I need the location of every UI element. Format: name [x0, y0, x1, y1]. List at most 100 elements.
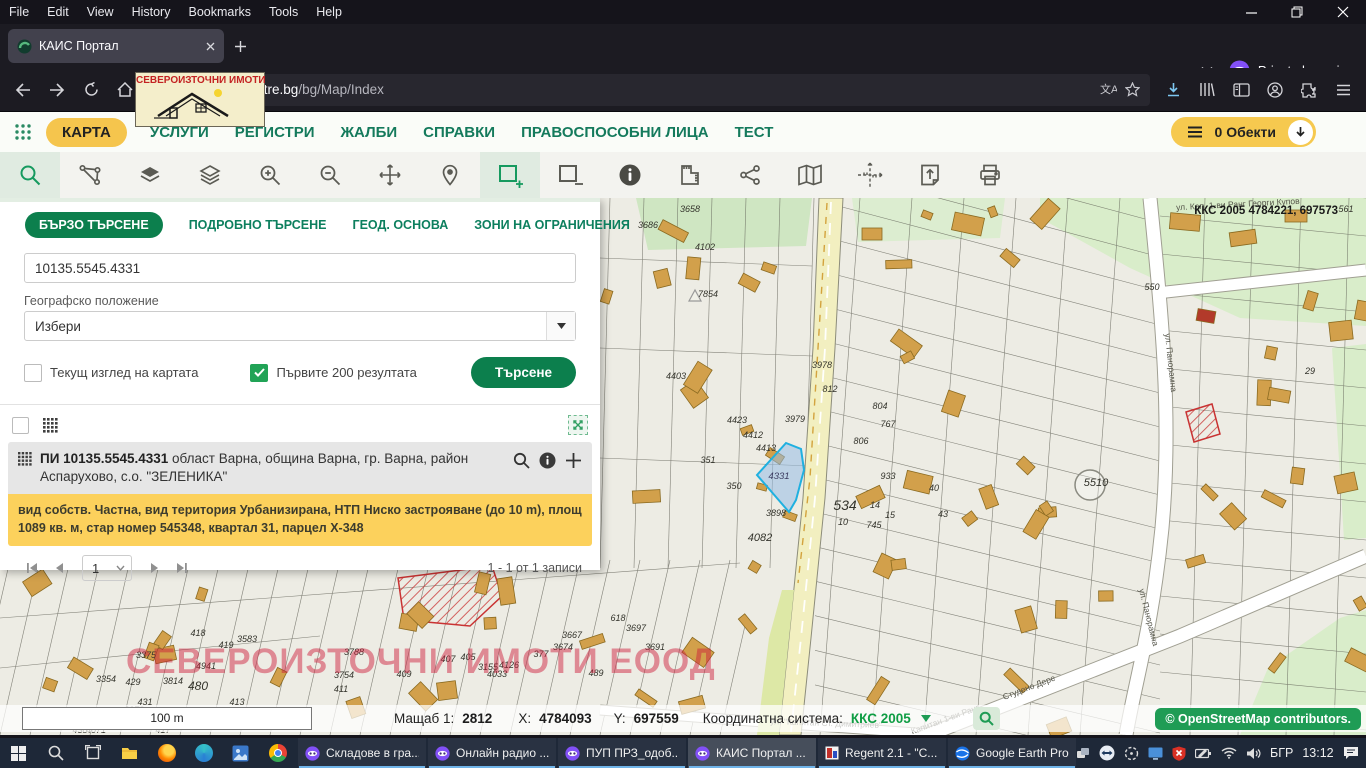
- nav-item-pravosposobni-litsa[interactable]: ПРАВОСПОСОБНИ ЛИЦА: [521, 124, 709, 141]
- menu-tools[interactable]: Tools: [260, 5, 307, 19]
- photos-app-icon[interactable]: [222, 738, 259, 768]
- crs-dropdown-caret[interactable]: [921, 715, 931, 722]
- objects-download-button[interactable]: [1288, 120, 1313, 145]
- last-page-button[interactable]: [168, 562, 196, 574]
- teamviewer-icon[interactable]: [1099, 745, 1115, 761]
- zoom-to-result-icon[interactable]: [513, 452, 530, 469]
- page-number-select[interactable]: 1: [82, 555, 132, 581]
- taskbar-window-button[interactable]: Regent 2.1 - "C...: [818, 738, 946, 768]
- tab-restriction-zones[interactable]: ЗОНИ НА ОГРАНИЧЕНИЯ: [474, 218, 630, 232]
- search-tool[interactable]: [0, 152, 60, 198]
- display-icon[interactable]: [1148, 747, 1163, 760]
- sidebar-icon[interactable]: [1224, 73, 1258, 107]
- volume-icon[interactable]: [1246, 747, 1261, 760]
- search-input[interactable]: [24, 253, 576, 283]
- tab-quick-search[interactable]: БЪРЗО ТЪРСЕНЕ: [25, 212, 163, 238]
- menu-bookmarks[interactable]: Bookmarks: [179, 5, 260, 19]
- firefox-icon[interactable]: [148, 738, 185, 768]
- apps-grid-icon[interactable]: [14, 123, 32, 141]
- start-button[interactable]: [0, 738, 37, 768]
- forward-button[interactable]: [40, 73, 74, 107]
- prev-page-button[interactable]: [46, 562, 72, 574]
- window-minimize-button[interactable]: [1228, 0, 1274, 24]
- extensions-puzzle-icon[interactable]: [1292, 73, 1326, 107]
- next-page-button[interactable]: [142, 562, 168, 574]
- account-icon[interactable]: [1258, 73, 1292, 107]
- menu-history[interactable]: History: [123, 5, 180, 19]
- result-header[interactable]: ПИ 10135.5545.4331 област Варна, община …: [8, 442, 592, 494]
- add-result-icon[interactable]: [565, 452, 582, 469]
- antivirus-shield-icon[interactable]: [1172, 746, 1186, 761]
- taskbar-window-button[interactable]: Онлайн радио ...: [428, 738, 556, 768]
- notification-center-icon[interactable]: [1343, 746, 1359, 760]
- menu-file[interactable]: File: [0, 5, 38, 19]
- status-search-button[interactable]: [973, 707, 1000, 730]
- tray-overflow-icon[interactable]: [1076, 747, 1090, 759]
- search-button[interactable]: Търсене: [471, 357, 576, 388]
- osm-attribution[interactable]: © OpenStreetMap contributors.: [1155, 708, 1361, 730]
- tab-geodetic-basis[interactable]: ГЕОД. ОСНОВА: [353, 218, 449, 232]
- library-icon[interactable]: [1190, 73, 1224, 107]
- sync-icon[interactable]: [1124, 746, 1139, 761]
- clock[interactable]: 13:12: [1302, 746, 1333, 760]
- taskbar-window-button[interactable]: КАИС Портал ...: [688, 738, 816, 768]
- chrome-icon[interactable]: [259, 738, 296, 768]
- battery-pen-icon[interactable]: [1195, 747, 1212, 759]
- menu-view[interactable]: View: [78, 5, 123, 19]
- task-view-icon[interactable]: [74, 738, 111, 768]
- tab-close-icon[interactable]: [206, 42, 215, 51]
- reload-button[interactable]: [74, 73, 108, 107]
- window-restore-button[interactable]: [1274, 0, 1320, 24]
- tab-detailed-search[interactable]: ПОДРОБНО ТЪРСЕНЕ: [189, 218, 327, 232]
- taskbar-window-button[interactable]: Google Earth Pro: [948, 738, 1076, 768]
- nav-item-zhalbi[interactable]: ЖАЛБИ: [341, 124, 398, 141]
- downloads-icon[interactable]: [1156, 73, 1190, 107]
- edge-icon[interactable]: [185, 738, 222, 768]
- zoom-in-tool[interactable]: [240, 152, 300, 198]
- result-card[interactable]: ПИ 10135.5545.4331 област Варна, община …: [8, 442, 592, 546]
- location-pin-tool[interactable]: [420, 152, 480, 198]
- crs-value[interactable]: ККС 2005: [851, 711, 911, 726]
- result-info-icon[interactable]: [539, 452, 556, 469]
- app-menu-icon[interactable]: [1326, 73, 1360, 107]
- nav-item-spravki[interactable]: СПРАВКИ: [423, 124, 495, 141]
- input-language[interactable]: БГР: [1270, 746, 1293, 760]
- zoom-out-tool[interactable]: [300, 152, 360, 198]
- menu-help[interactable]: Help: [307, 5, 351, 19]
- objects-pill[interactable]: 0 Обекти: [1171, 117, 1316, 147]
- file-explorer-icon[interactable]: [111, 738, 148, 768]
- coordinate-axes-tool[interactable]: [840, 152, 900, 198]
- export-tool[interactable]: [900, 152, 960, 198]
- select-caret-icon[interactable]: [546, 312, 575, 340]
- route-tool[interactable]: [60, 152, 120, 198]
- measure-tool[interactable]: [660, 152, 720, 198]
- browser-tab[interactable]: КАИС Портал: [8, 29, 224, 63]
- taskbar-search-icon[interactable]: [37, 738, 74, 768]
- url-bar[interactable]: kais.cadastre.bg/bg/Map/Index 文A: [148, 74, 1150, 106]
- geo-location-select[interactable]: Избери: [24, 311, 576, 341]
- select-rect-remove-tool[interactable]: [540, 152, 600, 198]
- wifi-icon[interactable]: [1221, 747, 1237, 759]
- bookmark-star-icon[interactable]: [1125, 82, 1140, 97]
- window-close-button[interactable]: [1320, 0, 1366, 24]
- nav-item-test[interactable]: ТЕСТ: [735, 124, 774, 141]
- translate-icon[interactable]: 文A: [1100, 82, 1117, 97]
- nav-item-karta[interactable]: КАРТА: [46, 118, 127, 147]
- first-page-button[interactable]: [18, 562, 46, 574]
- info-tool[interactable]: [600, 152, 660, 198]
- pan-tool[interactable]: [360, 152, 420, 198]
- menu-edit[interactable]: Edit: [38, 5, 78, 19]
- map-sheet-tool[interactable]: [780, 152, 840, 198]
- share-tool[interactable]: [720, 152, 780, 198]
- print-tool[interactable]: [960, 152, 1020, 198]
- expand-results-icon[interactable]: [568, 415, 588, 435]
- first200-checkbox[interactable]: [250, 364, 268, 382]
- map-container[interactable]: 3658368641027854440339788124423441244133…: [0, 198, 1366, 735]
- current-view-checkbox[interactable]: [24, 364, 42, 382]
- layers-tool[interactable]: [180, 152, 240, 198]
- select-all-results-checkbox[interactable]: [12, 417, 29, 434]
- new-tab-button[interactable]: [234, 40, 247, 53]
- layers-filled-tool[interactable]: [120, 152, 180, 198]
- taskbar-window-button[interactable]: ПУП ПРЗ_одоб...: [558, 738, 686, 768]
- taskbar-window-button[interactable]: Складове в гра...: [298, 738, 426, 768]
